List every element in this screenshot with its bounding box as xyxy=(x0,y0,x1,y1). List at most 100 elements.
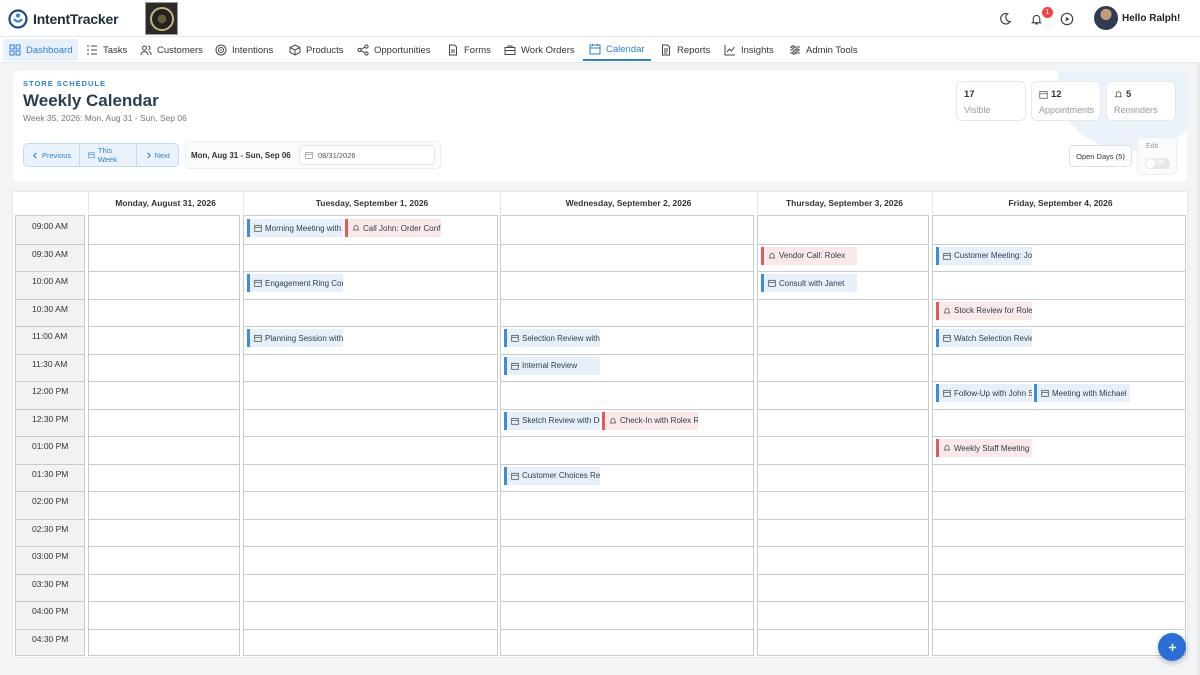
slot-divider xyxy=(16,436,84,437)
appointment-event[interactable]: Consult with Janet xyxy=(761,274,857,292)
nav-calendar[interactable]: Calendar xyxy=(583,39,651,61)
add-event-button[interactable] xyxy=(1158,633,1186,661)
this-week-button[interactable]: This Week xyxy=(80,144,137,166)
nav-dashboard[interactable]: Dashboard xyxy=(3,39,79,61)
event-title: Customer Meeting: Jo xyxy=(954,251,1032,260)
appointment-event[interactable]: Follow-Up with John S xyxy=(936,384,1032,402)
button-label: Next xyxy=(154,150,170,160)
nav-work-orders[interactable]: Work Orders xyxy=(498,39,581,61)
event-title: Watch Selection Revie xyxy=(954,333,1032,343)
slot-divider xyxy=(501,353,753,355)
slot-divider xyxy=(933,436,1185,437)
nav-products[interactable]: Products xyxy=(283,39,350,61)
slot-divider xyxy=(89,271,239,272)
grid-icon xyxy=(9,44,21,56)
file-icon xyxy=(449,44,457,56)
store-logo[interactable] xyxy=(145,2,178,35)
slot-divider xyxy=(89,546,239,547)
nav-intentions[interactable]: Intentions xyxy=(209,39,279,61)
calendar-icon xyxy=(1039,91,1048,99)
appointment-event[interactable]: Internal Review xyxy=(504,356,600,375)
nav-reports[interactable]: Reports xyxy=(654,39,716,61)
reminder-event[interactable]: Check-In with Rolex Re xyxy=(602,411,698,430)
slot-divider xyxy=(501,491,753,492)
slot-divider xyxy=(933,298,1185,300)
stat-value: 12 xyxy=(1039,89,1062,100)
edit-toggle[interactable]: Off xyxy=(1145,158,1170,169)
event-title: Follow-Up with John S xyxy=(954,388,1032,398)
appointment-event[interactable]: Customer Choices Rev xyxy=(504,466,600,485)
calendar-icon xyxy=(511,472,519,480)
slot-divider xyxy=(89,628,239,630)
event-title: Internal Review xyxy=(522,361,578,370)
nav-opportunities[interactable]: Opportunities xyxy=(351,39,437,61)
slot-divider xyxy=(501,326,753,327)
slot-divider xyxy=(16,298,84,300)
slot-divider xyxy=(758,326,928,327)
slot-divider xyxy=(16,601,84,602)
slot-divider xyxy=(16,518,84,520)
slot-divider xyxy=(244,573,497,575)
nav-admin-tools[interactable]: Admin Tools xyxy=(783,39,864,61)
appointment-event[interactable]: Meeting with Michael xyxy=(1034,384,1130,402)
stat-label: Visible xyxy=(964,105,991,115)
week-subtitle: Week 35, 2026: Mon, Aug 31 - Sun, Sep 06 xyxy=(23,113,187,123)
bell-icon xyxy=(943,307,951,313)
day-column: Vendor Call: Rolex Consult with Janet xyxy=(757,215,929,656)
edit-toggle-box: Edit Off xyxy=(1137,137,1177,175)
appointment-event[interactable]: Planning Session with xyxy=(247,329,343,347)
chevron-right-icon xyxy=(146,152,151,158)
slot-divider xyxy=(758,463,928,465)
slot-divider xyxy=(933,408,1185,410)
moon-icon[interactable] xyxy=(996,10,1014,28)
appointment-event[interactable]: Engagement Ring Con xyxy=(247,274,343,292)
appointment-event[interactable]: Sketch Review with De xyxy=(504,411,600,430)
nav-forms[interactable]: Forms xyxy=(441,39,497,61)
appointment-event[interactable]: Watch Selection Revie xyxy=(936,329,1032,347)
appointment-event[interactable]: Selection Review with xyxy=(504,329,600,347)
appointment-event[interactable]: Customer Meeting: Jo xyxy=(936,246,1032,265)
slot-divider xyxy=(501,628,753,630)
next-week-button[interactable]: Next xyxy=(137,144,178,166)
briefcase-icon xyxy=(504,45,516,55)
reminder-event[interactable]: Vendor Call: Rolex xyxy=(761,246,857,265)
open-days-button[interactable]: Open Days (5) xyxy=(1069,145,1132,167)
stat-number: 17 xyxy=(964,89,975,100)
nav-label: Opportunities xyxy=(374,44,431,56)
slot-divider xyxy=(89,436,239,437)
slot-divider xyxy=(758,353,928,355)
slot-divider xyxy=(758,436,928,437)
slot-divider xyxy=(16,463,84,465)
main-nav: Dashboard Tasks Customers Intentions Pro… xyxy=(0,37,1200,63)
box-icon xyxy=(289,44,301,56)
slot-divider xyxy=(933,381,1185,382)
nav-insights[interactable]: Insights xyxy=(718,39,780,61)
reminder-event[interactable]: Weekly Staff Meeting xyxy=(936,439,1032,457)
event-title: Call John: Order Confi xyxy=(363,223,441,233)
appointment-event[interactable]: Morning Meeting with xyxy=(247,219,343,237)
date-picker-input[interactable]: 08/31/2026 xyxy=(299,145,435,165)
nav-label: Intentions xyxy=(232,44,274,56)
reminder-event[interactable]: Stock Review for Rolex xyxy=(936,301,1032,320)
slot-divider xyxy=(244,628,497,630)
slot-divider xyxy=(933,353,1185,355)
reminder-event[interactable]: Call John: Order Confi xyxy=(345,219,441,237)
slot-divider xyxy=(89,491,239,492)
app-logo[interactable]: IntentTracker xyxy=(8,9,119,29)
edit-label: Edit xyxy=(1146,143,1159,150)
slot-divider xyxy=(933,463,1185,465)
day-header: Wednesday, September 2, 2026 xyxy=(500,192,756,214)
toggle-knob xyxy=(1146,159,1155,168)
time-label: 09:00 AM xyxy=(32,221,68,231)
slot-divider xyxy=(758,573,928,575)
play-circle-icon[interactable] xyxy=(1058,10,1076,28)
slot-divider xyxy=(933,573,1185,575)
nav-customers[interactable]: Customers xyxy=(134,39,209,61)
nav-tasks[interactable]: Tasks xyxy=(80,39,133,61)
avatar[interactable] xyxy=(1094,6,1118,30)
previous-week-button[interactable]: Previous xyxy=(24,144,81,166)
slot-divider xyxy=(16,573,84,575)
bell-icon xyxy=(352,225,360,231)
slot-divider xyxy=(244,381,497,382)
user-greeting[interactable]: Hello Ralph! xyxy=(1122,13,1180,24)
